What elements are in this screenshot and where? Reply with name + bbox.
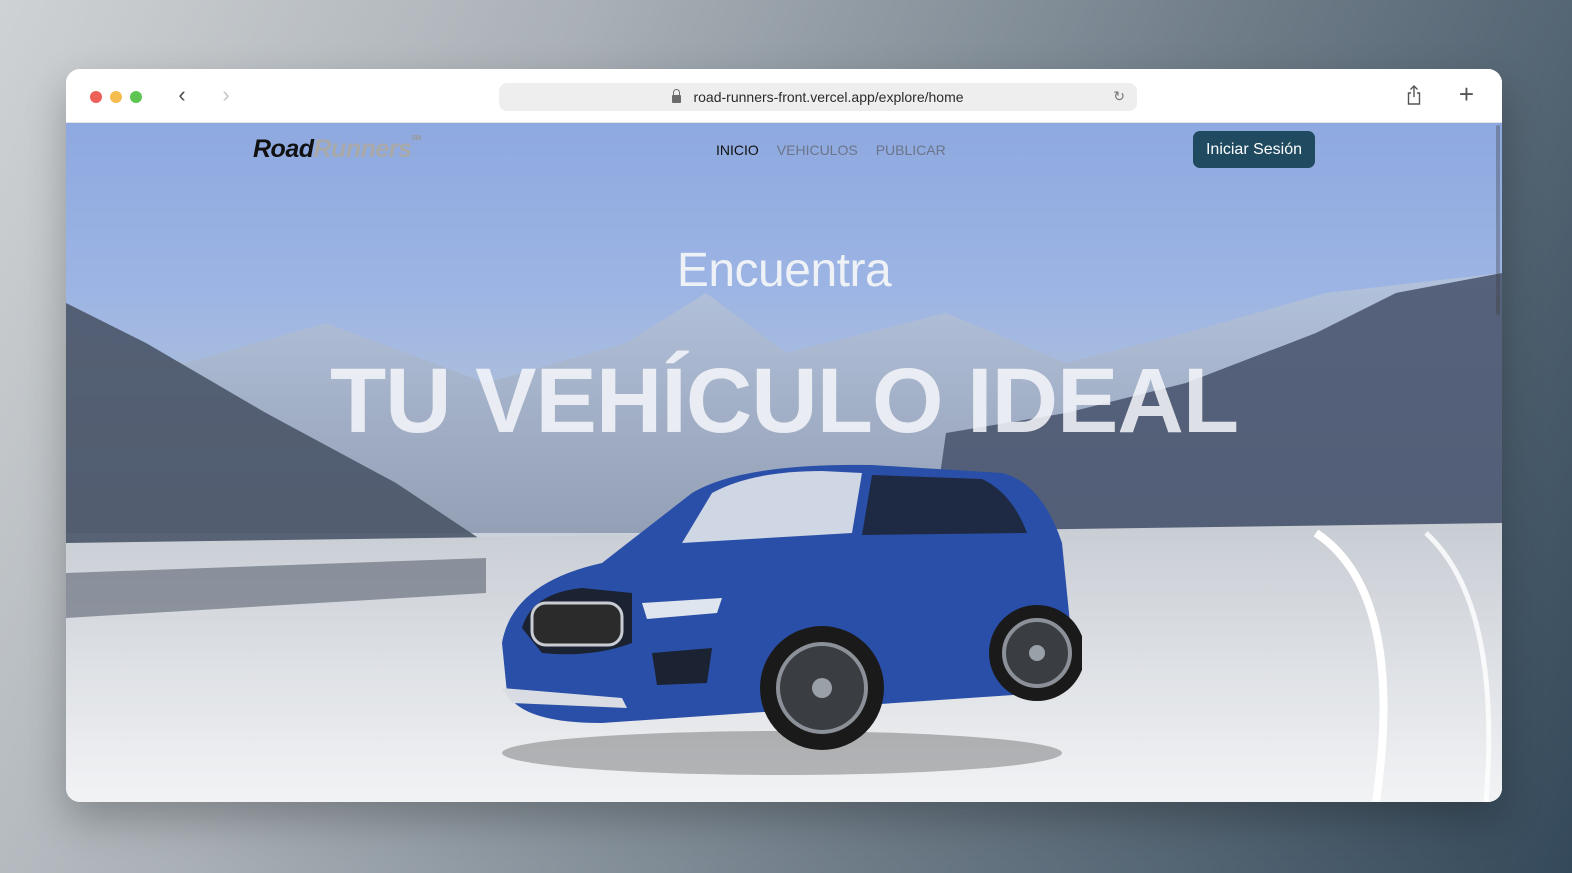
hero-title: TU VEHÍCULO IDEAL xyxy=(329,350,1239,452)
nav-publicar[interactable]: PUBLICAR xyxy=(876,142,946,158)
nav-vehiculos[interactable]: VEHICULOS xyxy=(777,142,858,158)
window-controls xyxy=(90,91,142,103)
address-bar[interactable]: road-runners-front.vercel.app/explore/ho… xyxy=(499,83,1137,111)
site-navbar: RoadRunnersSM INICIO VEHICULOS PUBLICAR … xyxy=(66,123,1502,177)
close-window-button[interactable] xyxy=(90,91,102,103)
logo-mark: SM xyxy=(411,135,421,142)
logo-road: Road xyxy=(253,135,314,163)
login-button[interactable]: Iniciar Sesión xyxy=(1193,131,1315,168)
browser-window: ‹ › road-runners-front.vercel.app/explor… xyxy=(66,69,1502,802)
roadrunners-logo[interactable]: RoadRunnersSM xyxy=(253,135,421,164)
blue-suv-image xyxy=(502,464,1082,775)
main-menu: INICIO VEHICULOS PUBLICAR xyxy=(716,142,946,158)
share-icon[interactable] xyxy=(1406,84,1422,106)
nav-inicio[interactable]: INICIO xyxy=(716,142,759,158)
minimize-window-button[interactable] xyxy=(110,91,122,103)
lock-icon xyxy=(672,89,682,103)
maximize-window-button[interactable] xyxy=(130,91,142,103)
url-text: road-runners-front.vercel.app/explore/ho… xyxy=(693,89,964,105)
hero-subtitle: Encuentra xyxy=(676,244,892,297)
page-viewport: RoadRunnersSM INICIO VEHICULOS PUBLICAR … xyxy=(66,123,1502,802)
logo-runners: Runners xyxy=(313,135,412,163)
reload-icon[interactable]: ↻ xyxy=(1113,88,1125,105)
page-scrollbar[interactable] xyxy=(1496,125,1500,315)
forward-arrow-icon[interactable]: › xyxy=(216,84,236,107)
back-arrow-icon[interactable]: ‹ xyxy=(172,84,192,107)
new-tab-plus-icon[interactable]: + xyxy=(1459,81,1474,107)
browser-toolbar: ‹ › road-runners-front.vercel.app/explor… xyxy=(66,69,1502,123)
